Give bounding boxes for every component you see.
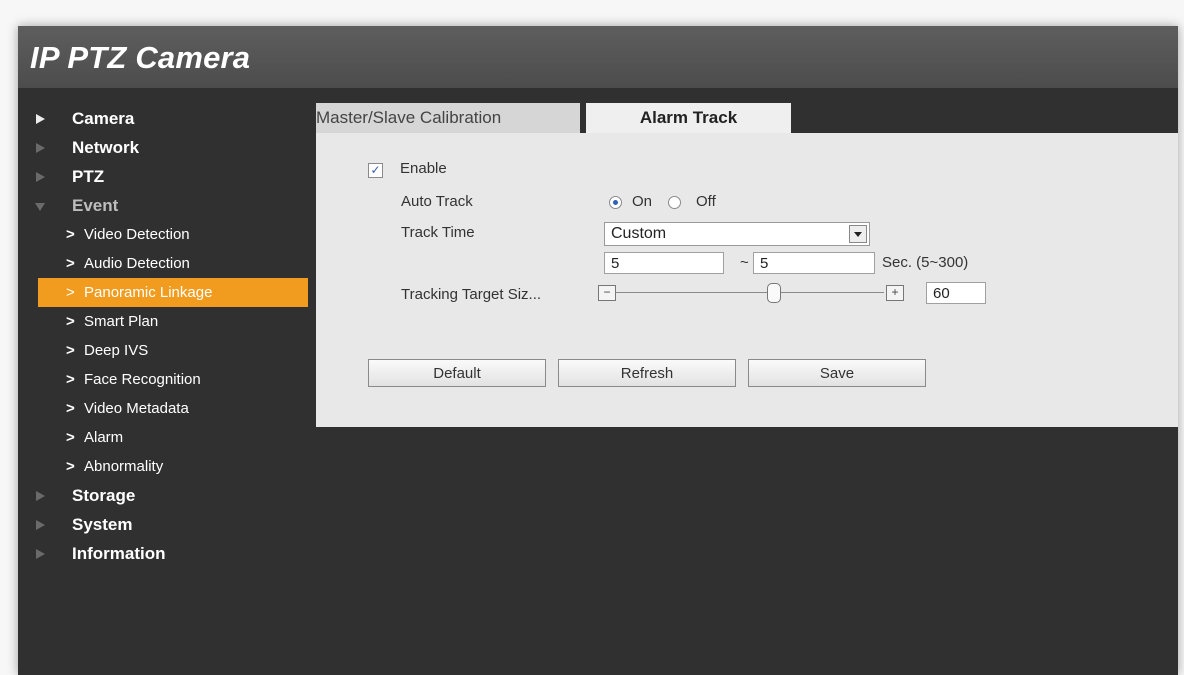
tab-bar: Master/Slave Calibration Alarm Track	[316, 103, 1178, 133]
sidebar: Camera Network PTZ Event > Video Detecti…	[18, 104, 313, 568]
refresh-button[interactable]: Refresh	[558, 359, 736, 387]
sidebar-item-label: System	[72, 515, 133, 534]
track-time-value: Custom	[611, 225, 667, 242]
triangle-right-icon	[36, 143, 45, 153]
dropdown-arrow-icon[interactable]	[849, 225, 867, 243]
save-button[interactable]: Save	[748, 359, 926, 387]
sidebar-item-event[interactable]: Event	[18, 191, 313, 220]
target-size-slider-thumb[interactable]	[767, 283, 781, 303]
checkmark-icon: ✓	[370, 163, 381, 177]
sidebar-item-ptz[interactable]: PTZ	[18, 162, 313, 191]
chevron-right-icon: >	[66, 226, 75, 243]
chevron-right-icon: >	[66, 342, 75, 359]
sidebar-subitem-video-metadata[interactable]: > Video Metadata	[18, 394, 313, 423]
chevron-right-icon: >	[66, 458, 75, 475]
app-window: IP PTZ Camera Camera Network PTZ Event >…	[18, 26, 1178, 675]
chevron-right-icon: >	[66, 400, 75, 417]
track-time-unit: Sec. (5~300)	[882, 254, 969, 271]
sidebar-subitem-deep-ivs[interactable]: > Deep IVS	[18, 336, 313, 365]
enable-checkbox[interactable]: ✓	[368, 163, 383, 178]
enable-label: Enable	[400, 160, 447, 177]
sidebar-subitem-label: Alarm	[84, 429, 124, 446]
sidebar-subitem-label: Audio Detection	[84, 255, 190, 272]
triangle-down-icon	[35, 203, 45, 211]
sidebar-item-label: Information	[72, 544, 166, 563]
chevron-right-icon: >	[66, 371, 75, 388]
slider-increase-button[interactable]: +	[886, 285, 904, 301]
sidebar-subitem-label: Abnormality	[84, 458, 164, 475]
sidebar-subitem-label: Video Metadata	[84, 400, 189, 417]
chevron-right-icon: >	[66, 429, 75, 446]
sidebar-subitem-panoramic-linkage[interactable]: > Panoramic Linkage	[38, 278, 308, 307]
target-size-slider-track[interactable]	[616, 292, 884, 293]
tab-master-slave-calibration[interactable]: Master/Slave Calibration	[316, 103, 580, 133]
triangle-right-icon	[36, 520, 45, 530]
sidebar-subitem-label: Panoramic Linkage	[84, 284, 213, 301]
sidebar-item-information[interactable]: Information	[18, 539, 313, 568]
auto-track-off-label: Off	[696, 193, 716, 210]
chevron-right-icon: >	[66, 284, 75, 301]
track-time-label: Track Time	[401, 224, 475, 241]
auto-track-on-label: On	[632, 193, 653, 210]
track-time-from-input[interactable]	[604, 252, 724, 274]
sidebar-subitem-alarm[interactable]: > Alarm	[18, 423, 313, 452]
auto-track-off-radio[interactable]	[668, 196, 681, 209]
tracking-target-size-label: Tracking Target Siz...	[401, 286, 542, 303]
triangle-right-icon	[36, 549, 45, 559]
range-tilde: ~	[740, 254, 749, 271]
sidebar-subitem-video-detection[interactable]: > Video Detection	[18, 220, 313, 249]
sidebar-subitem-abnormality[interactable]: > Abnormality	[18, 452, 313, 481]
app-header: IP PTZ Camera	[18, 26, 1178, 88]
auto-track-label: Auto Track	[401, 193, 473, 210]
default-button[interactable]: Default	[368, 359, 546, 387]
alarm-track-panel: ✓ Enable Auto Track On Off Track Time Cu…	[316, 133, 1178, 427]
sidebar-item-camera[interactable]: Camera	[18, 104, 313, 133]
minus-icon: −	[603, 285, 611, 299]
target-size-value-input[interactable]	[926, 282, 986, 304]
sidebar-item-label: Network	[72, 138, 140, 157]
sidebar-subitem-audio-detection[interactable]: > Audio Detection	[18, 249, 313, 278]
chevron-right-icon: >	[66, 255, 75, 272]
sidebar-subitem-label: Deep IVS	[84, 342, 149, 359]
sidebar-subitem-smart-plan[interactable]: > Smart Plan	[18, 307, 313, 336]
app-title: IP PTZ Camera	[30, 40, 251, 75]
sidebar-subitem-label: Face Recognition	[84, 371, 201, 388]
sidebar-subitem-label: Smart Plan	[84, 313, 159, 330]
sidebar-item-label: Storage	[72, 486, 136, 505]
tab-alarm-track[interactable]: Alarm Track	[586, 103, 791, 133]
track-time-select[interactable]: Custom	[604, 222, 870, 246]
triangle-right-icon	[36, 172, 45, 182]
sidebar-item-label: Camera	[72, 109, 135, 128]
sidebar-subitem-label: Video Detection	[84, 226, 190, 243]
sidebar-item-label: PTZ	[72, 167, 105, 186]
sidebar-item-storage[interactable]: Storage	[18, 481, 313, 510]
triangle-right-icon	[36, 491, 45, 501]
triangle-right-icon	[36, 114, 45, 124]
plus-icon: +	[891, 285, 899, 299]
sidebar-subitem-face-recognition[interactable]: > Face Recognition	[18, 365, 313, 394]
slider-decrease-button[interactable]: −	[598, 285, 616, 301]
auto-track-on-radio[interactable]	[609, 196, 622, 209]
track-time-to-input[interactable]	[753, 252, 875, 274]
sidebar-item-label: Event	[72, 196, 119, 215]
sidebar-item-network[interactable]: Network	[18, 133, 313, 162]
sidebar-item-system[interactable]: System	[18, 510, 313, 539]
chevron-right-icon: >	[66, 313, 75, 330]
